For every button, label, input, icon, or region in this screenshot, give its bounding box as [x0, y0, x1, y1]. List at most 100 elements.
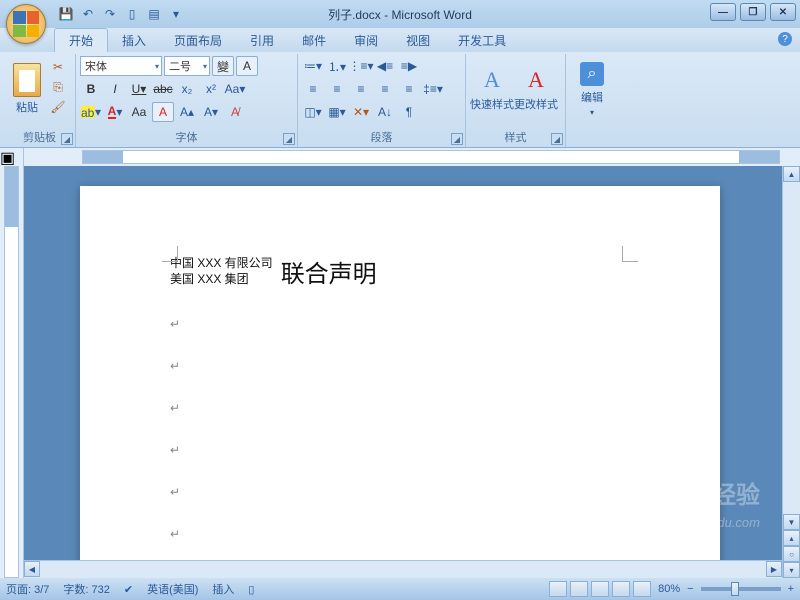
styles-launcher[interactable]: ◢ — [551, 133, 563, 145]
grow-font-button[interactable]: A▴ — [176, 102, 198, 122]
paste-icon — [13, 63, 41, 97]
align-left-button[interactable]: ≡ — [302, 79, 324, 99]
qat-redo-icon[interactable]: ↷ — [100, 4, 120, 24]
qat-print-icon[interactable]: ▤ — [144, 4, 164, 24]
change-styles-button[interactable]: A 更改样式 — [514, 56, 558, 122]
qat-save-icon[interactable]: 💾 — [56, 4, 76, 24]
browse-object-button[interactable]: ○ — [783, 546, 800, 562]
zoom-out-button[interactable]: − — [687, 583, 693, 595]
increase-indent-button[interactable]: ≡▶ — [398, 56, 420, 76]
sort-button[interactable]: A↓ — [374, 102, 396, 122]
phonetic-guide-button[interactable]: 變 — [212, 56, 234, 76]
help-button[interactable]: ? — [778, 32, 792, 46]
change-case-button[interactable]: Aa▾ — [224, 79, 246, 99]
view-outline[interactable] — [612, 581, 630, 597]
numbering-button[interactable]: ⒈▾ — [326, 56, 348, 76]
tab-references[interactable]: 引用 — [236, 29, 288, 52]
status-macro-icon[interactable]: ▯ — [248, 583, 254, 596]
clear-formatting-button[interactable]: A̸ — [224, 102, 246, 122]
zoom-level[interactable]: 80% — [658, 583, 680, 595]
status-insert-mode[interactable]: 插入 — [212, 581, 234, 597]
group-font: 宋体▾ 二号▾ 變 A B I U▾ abc x₂ x² Aa▾ ab▾ A▾ … — [76, 54, 298, 147]
highlight-button[interactable]: ab▾ — [80, 102, 102, 122]
show-marks-button[interactable]: ¶ — [398, 102, 420, 122]
zoom-slider[interactable] — [701, 587, 781, 591]
align-right-button[interactable]: ≡ — [350, 79, 372, 99]
italic-button[interactable]: I — [104, 79, 126, 99]
underline-button[interactable]: U▾ — [128, 79, 150, 99]
qat-undo-icon[interactable]: ↶ — [78, 4, 98, 24]
char-shading-button[interactable]: Aa — [128, 102, 150, 122]
vertical-ruler[interactable] — [0, 166, 24, 578]
paragraph-launcher[interactable]: ◢ — [451, 133, 463, 145]
tab-developer[interactable]: 开发工具 — [444, 29, 520, 52]
font-launcher[interactable]: ◢ — [283, 133, 295, 145]
quick-styles-button[interactable]: A 快速样式 — [470, 56, 514, 122]
asian-layout-button[interactable]: ✕▾ — [350, 102, 372, 122]
clipboard-launcher[interactable]: ◢ — [61, 133, 73, 145]
distribute-button[interactable]: ≡ — [398, 79, 420, 99]
view-print-layout[interactable] — [549, 581, 567, 597]
superscript-button[interactable]: x² — [200, 79, 222, 99]
document-content[interactable]: 中国 XXX 有限公司 美国 XXX 集团 联合声明 ↵ ↵ ↵ ↵ ↵ ↵ — [170, 254, 630, 541]
status-words[interactable]: 字数: 732 — [63, 581, 109, 597]
status-language[interactable]: 英语(美国) — [147, 581, 198, 597]
next-page-button[interactable]: ▾ — [783, 562, 800, 578]
subscript-button[interactable]: x₂ — [176, 79, 198, 99]
decrease-indent-button[interactable]: ◀≡ — [374, 56, 396, 76]
maximize-button[interactable]: ❐ — [740, 3, 766, 21]
vertical-scrollbar[interactable]: ▲ ▼ ▴ ○ ▾ — [782, 166, 800, 578]
close-button[interactable]: ✕ — [770, 3, 796, 21]
bold-button[interactable]: B — [80, 79, 102, 99]
paste-button[interactable]: 粘贴 — [8, 56, 46, 122]
group-clipboard: 粘贴 ✂ ⎘ 🖌 剪贴板 ◢ — [4, 54, 76, 147]
bullets-button[interactable]: ≔▾ — [302, 56, 324, 76]
find-icon: ⌕ — [580, 62, 604, 86]
ruler-corner[interactable]: ▣ — [0, 148, 24, 166]
minimize-button[interactable]: — — [710, 3, 736, 21]
font-size-combo[interactable]: 二号▾ — [164, 56, 210, 76]
horizontal-ruler[interactable] — [82, 150, 780, 164]
prev-page-button[interactable]: ▴ — [783, 530, 800, 546]
scroll-right-button[interactable]: ▶ — [766, 561, 782, 577]
window-title: 列子.docx - Microsoft Word — [328, 6, 472, 23]
tab-layout[interactable]: 页面布局 — [160, 29, 236, 52]
tab-home[interactable]: 开始 — [54, 28, 108, 52]
tab-mailings[interactable]: 邮件 — [288, 29, 340, 52]
line-spacing-button[interactable]: ‡≡▾ — [422, 79, 444, 99]
office-button[interactable] — [6, 4, 46, 44]
strikethrough-button[interactable]: abc — [152, 79, 174, 99]
enclose-char-button[interactable]: A — [152, 102, 174, 122]
borders-button[interactable]: ▦▾ — [326, 102, 348, 122]
cut-button[interactable]: ✂ — [48, 58, 68, 76]
align-center-button[interactable]: ≡ — [326, 79, 348, 99]
qat-customize-icon[interactable]: ▾ — [166, 4, 186, 24]
tab-review[interactable]: 审阅 — [340, 29, 392, 52]
quick-access-toolbar: 💾 ↶ ↷ ▯ ▤ ▾ — [56, 4, 186, 24]
shading-button[interactable]: ◫▾ — [302, 102, 324, 122]
document-scroll[interactable]: 中国 XXX 有限公司 美国 XXX 集团 联合声明 ↵ ↵ ↵ ↵ ↵ ↵ — [24, 166, 782, 578]
view-web-layout[interactable] — [591, 581, 609, 597]
view-full-screen[interactable] — [570, 581, 588, 597]
horizontal-scrollbar[interactable]: ◀ ▶ — [24, 560, 782, 578]
status-proofing-icon[interactable]: ✔ — [124, 583, 133, 596]
font-color-button[interactable]: A▾ — [104, 102, 126, 122]
justify-button[interactable]: ≡ — [374, 79, 396, 99]
qat-new-icon[interactable]: ▯ — [122, 4, 142, 24]
view-draft[interactable] — [633, 581, 651, 597]
shrink-font-button[interactable]: A▾ — [200, 102, 222, 122]
editing-button[interactable]: ⌕ 编辑 ▾ — [570, 56, 614, 122]
multilevel-button[interactable]: ⋮≡▾ — [350, 56, 372, 76]
scroll-up-button[interactable]: ▲ — [783, 166, 800, 182]
status-page[interactable]: 页面: 3/7 — [6, 581, 49, 597]
scroll-down-button[interactable]: ▼ — [783, 514, 800, 530]
ribbon-tabs: 开始 插入 页面布局 引用 邮件 审阅 视图 开发工具 ? — [0, 28, 800, 52]
zoom-in-button[interactable]: + — [788, 583, 794, 595]
scroll-left-button[interactable]: ◀ — [24, 561, 40, 577]
format-painter-button[interactable]: 🖌 — [48, 98, 68, 116]
character-border-button[interactable]: A — [236, 56, 258, 76]
copy-button[interactable]: ⎘ — [48, 78, 68, 96]
tab-view[interactable]: 视图 — [392, 29, 444, 52]
tab-insert[interactable]: 插入 — [108, 29, 160, 52]
font-name-combo[interactable]: 宋体▾ — [80, 56, 162, 76]
